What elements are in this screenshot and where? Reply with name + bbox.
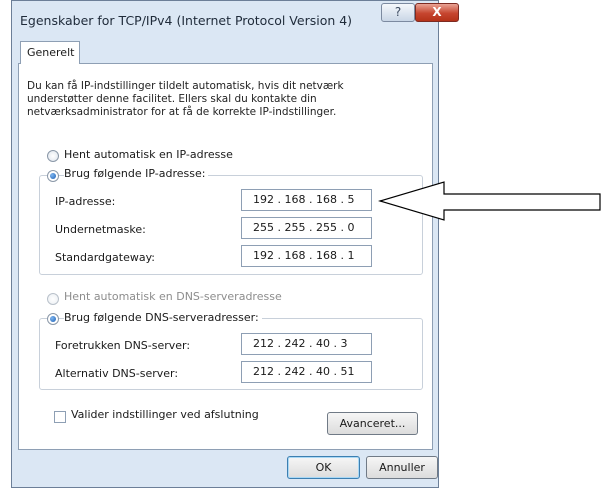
ip-address-label: IP-adresse: (55, 195, 116, 208)
tab-general[interactable]: Generelt (20, 41, 80, 64)
subnet-mask-label: Undernetmaske: (55, 223, 146, 236)
ip-auto-radio[interactable] (47, 150, 59, 162)
cancel-button[interactable]: Annuller (366, 456, 438, 479)
help-button[interactable]: ? (381, 3, 415, 22)
ip-address-field[interactable]: 192 . 168 . 168 . 5 (241, 189, 372, 211)
ip-auto-label: Hent automatisk en IP-adresse (64, 148, 233, 161)
close-button[interactable]: X (415, 3, 459, 22)
alternate-dns-label: Alternativ DNS-server: (55, 367, 179, 380)
dns-auto-label: Hent automatisk en DNS-serveradresse (64, 290, 282, 303)
default-gateway-field[interactable]: 192 . 168 . 168 . 1 (241, 245, 372, 267)
advanced-button[interactable]: Avanceret... (327, 412, 418, 435)
subnet-mask-field[interactable]: 255 . 255 . 255 . 0 (241, 217, 372, 239)
preferred-dns-label: Foretrukken DNS-server: (55, 339, 191, 352)
dns-auto-radio[interactable] (47, 293, 59, 305)
ip-manual-radio[interactable] (47, 170, 59, 182)
ip-manual-label: Brug følgende IP-adresse: (64, 167, 209, 180)
window-title: Egenskaber for TCP/IPv4 (Internet Protoc… (20, 13, 353, 28)
dns-manual-radio[interactable] (47, 313, 59, 325)
description-text: Du kan få IP-indstillinger tildelt autom… (27, 80, 344, 118)
dns-manual-label: Brug følgende DNS-serveradresser: (64, 311, 262, 324)
alternate-dns-field[interactable]: 212 . 242 . 40 . 51 (241, 361, 372, 383)
validate-label: Valider indstillinger ved afslutning (71, 408, 259, 421)
pointer-arrow-icon (378, 181, 601, 221)
preferred-dns-field[interactable]: 212 . 242 . 40 . 3 (241, 333, 372, 355)
default-gateway-label: Standardgateway: (55, 251, 155, 264)
close-icon: X (432, 5, 442, 19)
ok-button[interactable]: OK (287, 456, 360, 479)
help-icon: ? (394, 5, 402, 19)
validate-checkbox[interactable] (54, 411, 66, 423)
